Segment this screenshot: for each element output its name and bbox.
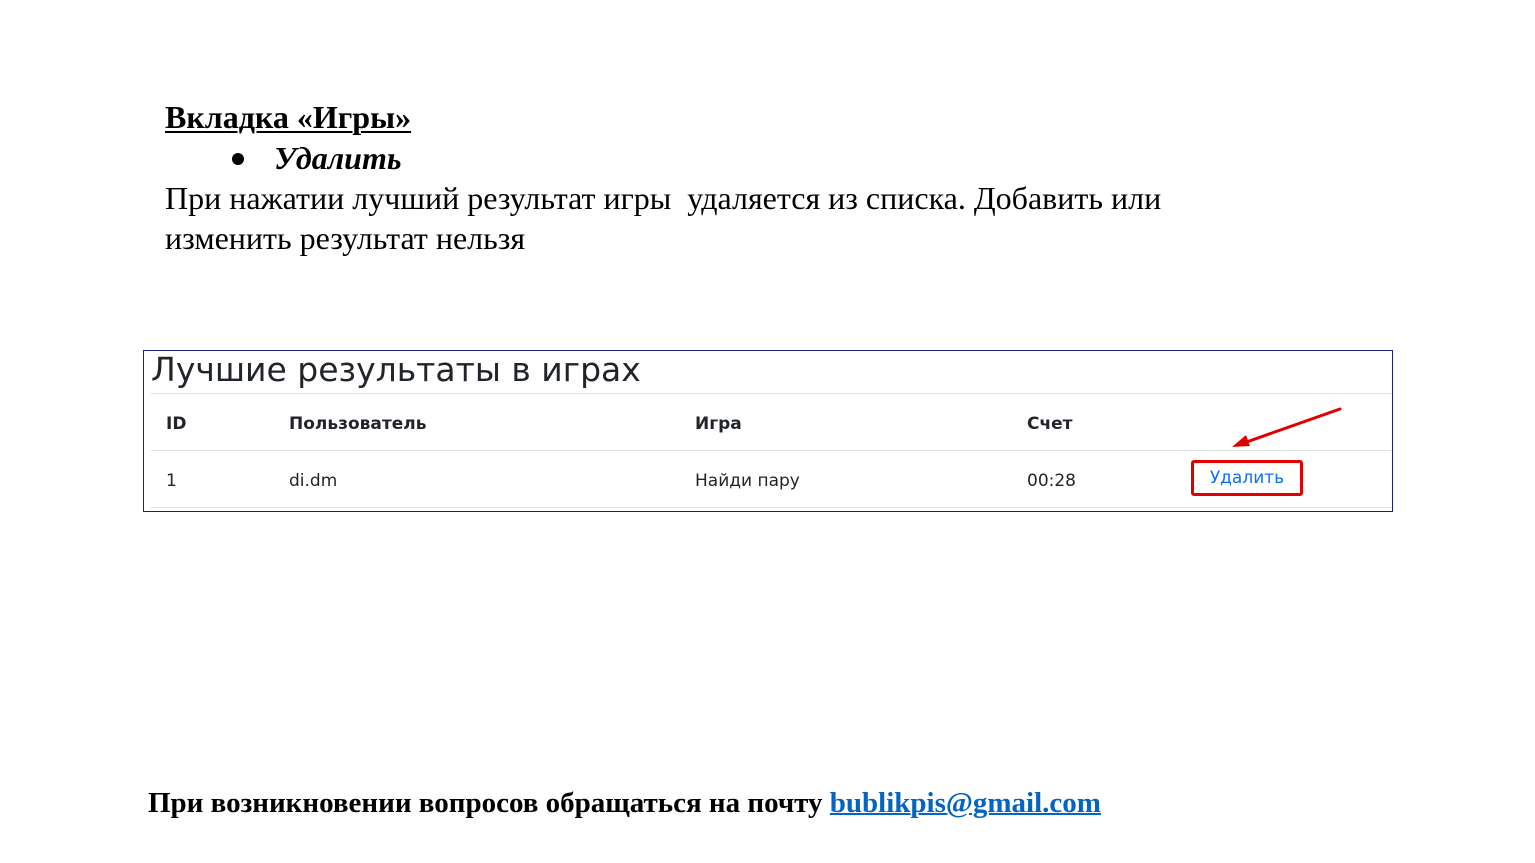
table-top-divider: [151, 393, 1392, 394]
header-user: Пользователь: [289, 414, 427, 434]
cell-user: di.dm: [289, 471, 338, 491]
contact-footer: При возникновении вопросов обращаться на…: [148, 783, 1101, 823]
embedded-screenshot: Лучшие результаты в играх ID Пользовател…: [143, 350, 1393, 512]
header-score: Счет: [1027, 414, 1073, 434]
paragraph-line-1: При нажатии лучший результат игры удаляе…: [165, 180, 1162, 216]
bullet-item: Удалить: [232, 138, 401, 178]
footer-text: При возникновении вопросов обращаться на…: [148, 787, 830, 819]
bullet-dot-icon: [232, 152, 244, 165]
bullet-item-text: Удалить: [274, 140, 402, 176]
header-game: Игра: [695, 414, 742, 434]
delete-button[interactable]: Удалить: [1191, 460, 1303, 496]
email-link[interactable]: bublikpis@gmail.com: [830, 787, 1101, 819]
cell-game: Найди пару: [695, 471, 800, 491]
description-paragraph: При нажатии лучший результат игры удаляе…: [165, 178, 1285, 258]
header-id: ID: [166, 414, 187, 434]
section-heading: Вкладка «Игры»: [165, 99, 412, 135]
cell-score: 00:28: [1027, 471, 1076, 491]
cell-id: 1: [166, 471, 177, 491]
table-header-divider: [151, 450, 1392, 451]
paragraph-line-2: изменить результат нельзя: [165, 220, 526, 256]
results-table-title: Лучшие результаты в играх: [151, 350, 641, 389]
red-arrow-icon: [1232, 407, 1342, 447]
table-bottom-divider: [151, 507, 1392, 508]
